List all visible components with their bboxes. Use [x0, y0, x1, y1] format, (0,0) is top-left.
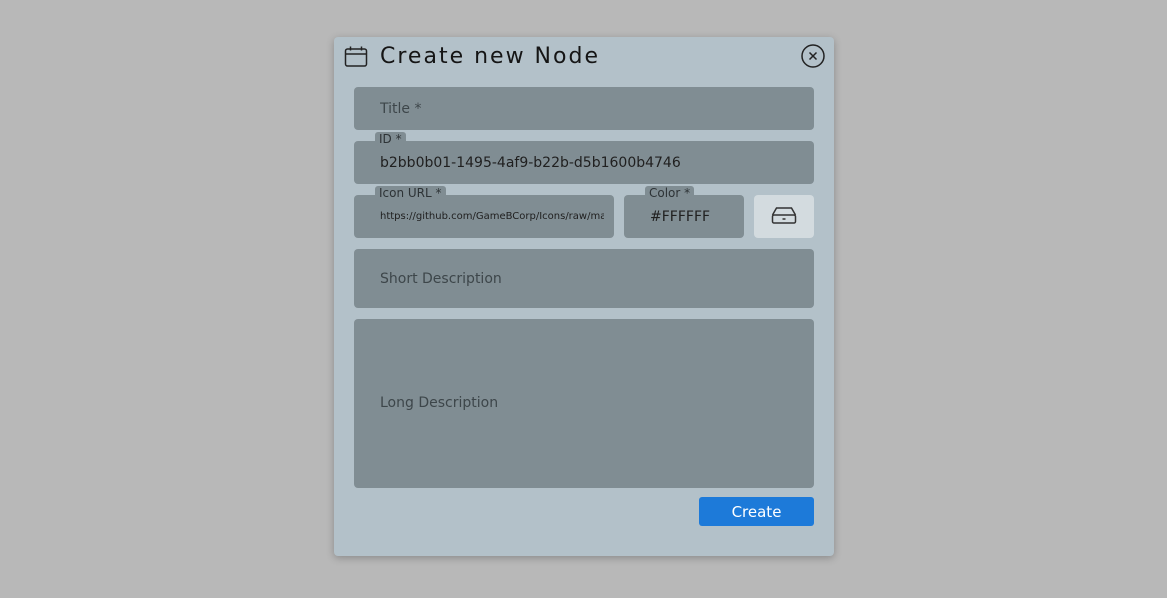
calendar-icon [344, 45, 368, 69]
id-field: ID * [354, 132, 814, 184]
drive-icon [771, 207, 797, 224]
icon-picker-button[interactable] [754, 195, 814, 238]
id-input[interactable] [354, 141, 814, 184]
title-input[interactable] [354, 87, 814, 130]
dialog-title: Create new Node [380, 44, 600, 69]
short-description-field [354, 249, 814, 308]
long-description-field [354, 319, 814, 488]
color-field: Color * [624, 186, 744, 238]
long-description-input[interactable] [354, 319, 814, 488]
icon-url-input[interactable] [354, 195, 614, 238]
short-description-input[interactable] [354, 249, 814, 308]
dialog-header: Create new Node [334, 37, 834, 77]
create-node-dialog: Create new Node ID * Icon URL * Color * [334, 37, 834, 556]
icon-url-field: Icon URL * [354, 186, 614, 238]
color-input[interactable] [624, 195, 744, 238]
create-button[interactable]: Create [699, 497, 814, 526]
close-icon[interactable] [801, 44, 825, 68]
title-field [354, 87, 814, 130]
